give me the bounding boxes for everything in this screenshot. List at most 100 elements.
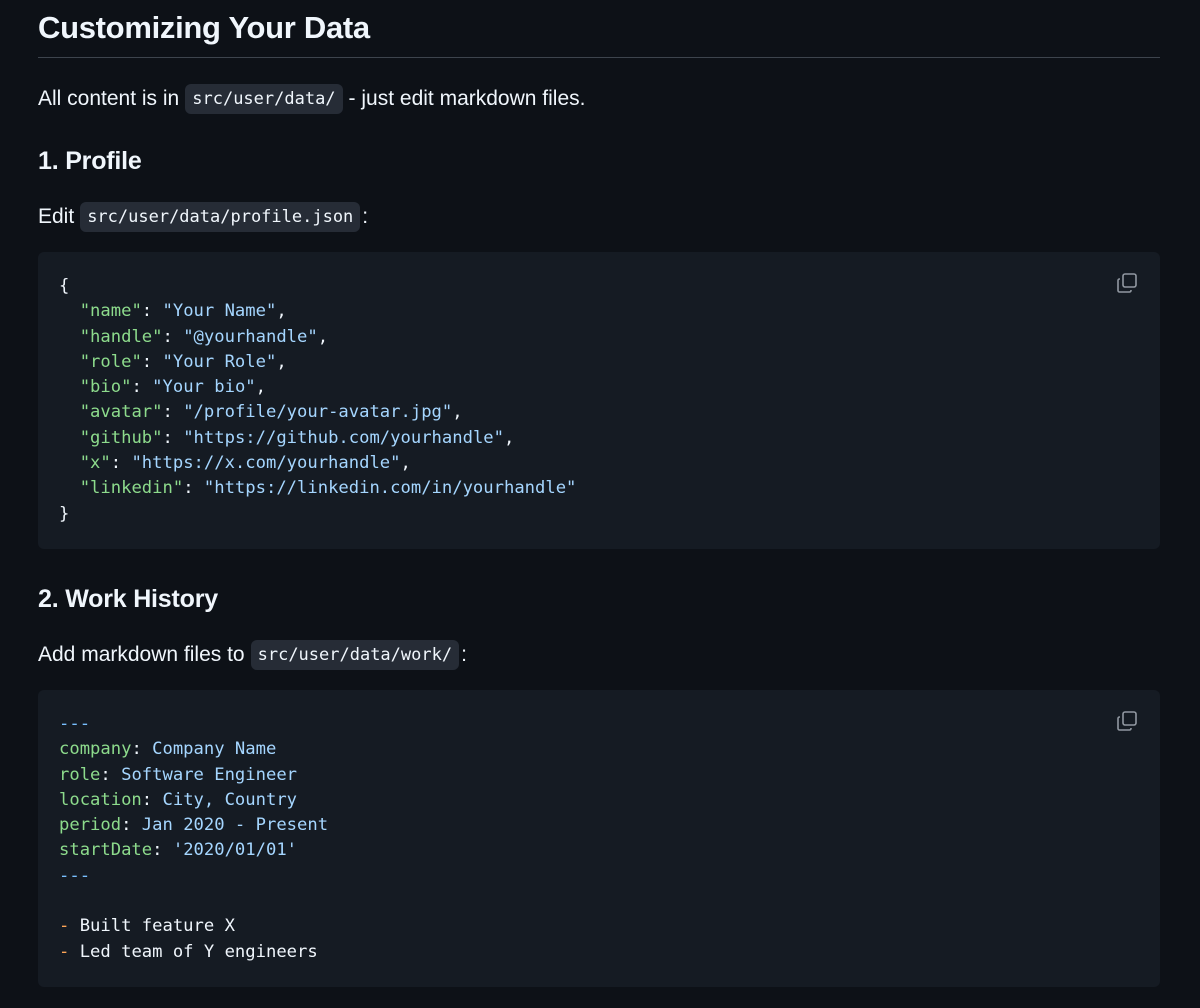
code-token: Company Name — [152, 739, 277, 760]
code-line: period: Jan 2020 - Present — [59, 815, 328, 835]
profile-inline-code: src/user/data/profile.json — [80, 202, 361, 232]
code-token: Software Engineer — [121, 764, 298, 785]
code-line: } — [59, 504, 69, 524]
code-line: { — [59, 276, 69, 296]
code-token: "linkedin" — [79, 478, 184, 499]
intro-paragraph: All content is in src/user/data/ - just … — [38, 84, 585, 114]
code-line: startDate: '2020/01/01' — [59, 840, 297, 860]
code-line: "name": "Your Name", — [59, 301, 287, 321]
page-heading: Customizing Your Data — [38, 10, 370, 45]
code-token: Jan 2020 - Present — [141, 815, 329, 836]
code-token: Built feature X — [69, 916, 235, 937]
profile-code: { "name": "Your Name", "handle": "@yourh… — [59, 274, 576, 527]
code-token: , — [503, 427, 515, 448]
code-token: "avatar" — [79, 402, 163, 423]
work-lead-paragraph: Add markdown files to src/user/data/work… — [38, 640, 467, 670]
code-line: "role": "Your Role", — [59, 352, 287, 372]
copy-icon[interactable] — [1115, 709, 1139, 733]
code-token: "https://github.com/yourhandle" — [183, 427, 504, 448]
code-token: : — [162, 326, 184, 347]
work-inline-code: src/user/data/work/ — [250, 640, 460, 670]
code-token: "github" — [79, 427, 163, 448]
code-line: --- — [59, 866, 90, 886]
work-lead-colon: : — [461, 643, 467, 666]
profile-lead-paragraph: Edit src/user/data/profile.json : — [38, 202, 368, 232]
code-line: "x": "https://x.com/yourhandle", — [59, 453, 411, 473]
profile-code-block: { "name": "Your Name", "handle": "@yourh… — [38, 252, 1160, 549]
work-lead-text: Add markdown files to — [38, 643, 245, 666]
code-token: "@yourhandle" — [183, 326, 318, 347]
code-line: "linkedin": "https://linkedin.com/in/you… — [59, 478, 577, 499]
work-code-block: --- company: Company Name role: Software… — [38, 690, 1160, 987]
code-token: startDate — [59, 840, 153, 861]
code-token: City, Country — [162, 789, 298, 810]
code-token: "Your Name" — [162, 301, 277, 322]
code-token: - — [59, 916, 70, 937]
code-token: : — [110, 453, 132, 474]
code-token: { — [59, 276, 70, 296]
section-title-work-history: 2. Work History — [38, 585, 218, 613]
section-title-profile: 1. Profile — [38, 147, 142, 175]
copy-icon[interactable] — [1115, 271, 1139, 295]
code-token: "https://x.com/yourhandle" — [131, 453, 401, 474]
code-token: "name" — [79, 301, 142, 322]
code-token: , — [276, 351, 287, 372]
work-code: --- company: Company Name role: Software… — [59, 712, 328, 965]
code-token: , — [276, 301, 287, 322]
code-token: Led team of Y engineers — [69, 941, 318, 962]
code-token: "x" — [79, 453, 111, 474]
code-token: , — [255, 377, 266, 398]
code-token: : — [152, 840, 173, 861]
code-token: : — [183, 478, 204, 499]
code-token: : — [131, 377, 153, 398]
code-token: "bio" — [79, 377, 132, 398]
code-line: --- — [59, 714, 90, 734]
code-line: "bio": "Your bio", — [59, 377, 266, 397]
code-token: "https://linkedin.com/in/yourhandle" — [203, 478, 577, 499]
code-token: , — [452, 402, 463, 423]
code-line: company: Company Name — [59, 739, 276, 759]
intro-text-after: - just edit markdown files. — [348, 87, 586, 110]
code-token: "role" — [79, 351, 142, 372]
code-token: : — [162, 402, 184, 423]
code-line: location: City, Country — [59, 790, 297, 810]
code-token: - — [59, 941, 70, 962]
code-token: '2020/01/01' — [172, 840, 298, 861]
code-line: "avatar": "/profile/your-avatar.jpg", — [59, 402, 463, 422]
code-line: "github": "https://github.com/yourhandle… — [59, 427, 515, 448]
code-token: : — [141, 351, 163, 372]
code-token: , — [317, 326, 329, 347]
code-line: - Built feature X — [59, 916, 235, 936]
intro-inline-code: src/user/data/ — [185, 84, 343, 114]
profile-lead-text: Edit — [38, 205, 75, 228]
code-token: } — [59, 503, 70, 524]
code-token: : — [141, 789, 163, 810]
code-token: --- — [59, 865, 91, 886]
code-token: "Your bio" — [152, 377, 256, 398]
code-token: , — [400, 453, 411, 474]
code-token: company — [59, 739, 132, 760]
intro-text-before: All content is in — [38, 87, 180, 110]
code-token: period — [59, 815, 122, 836]
code-token: "Your Role" — [162, 351, 277, 372]
code-token: --- — [59, 714, 91, 734]
code-token: : — [162, 427, 184, 448]
profile-lead-colon: : — [362, 205, 369, 228]
code-token: : — [121, 815, 142, 836]
code-line: - Led team of Y engineers — [59, 942, 318, 962]
heading-divider — [38, 57, 1160, 58]
code-line: role: Software Engineer — [59, 765, 297, 785]
code-line: "handle": "@yourhandle", — [59, 327, 328, 347]
code-token: "/profile/your-avatar.jpg" — [183, 402, 453, 423]
code-token: location — [59, 789, 142, 810]
code-token: : — [131, 739, 153, 760]
code-token: : — [100, 764, 122, 785]
